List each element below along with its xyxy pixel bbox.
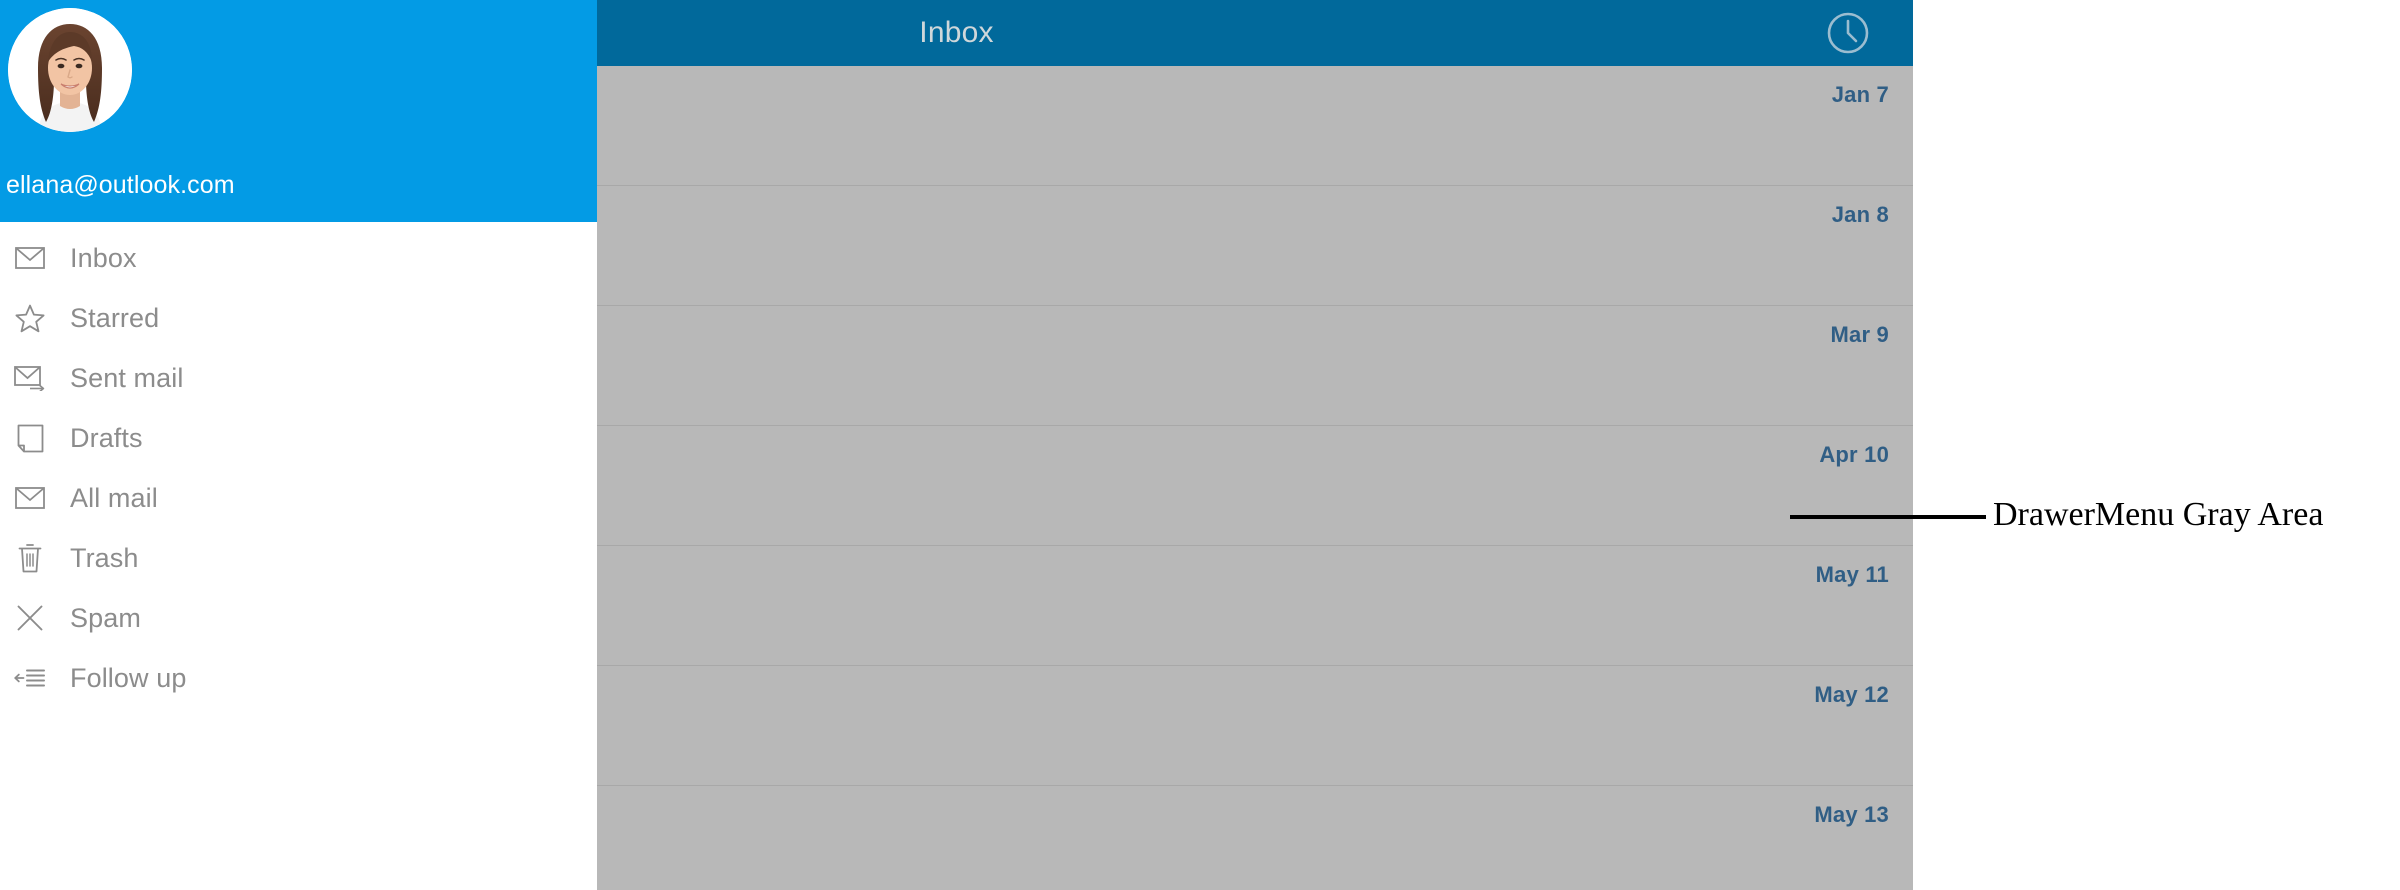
sidebar-item-label: Inbox [70,242,137,273]
trash-can-icon [8,536,52,580]
sidebar-item-follow-up[interactable]: Follow up [0,648,597,708]
clock-icon[interactable] [1825,10,1871,56]
sidebar-item-spam[interactable]: Spam [0,588,597,648]
app-window: Jan 7 Jan 8 improve process Mar 9 Apr 10… [0,0,1913,890]
envelope-icon [8,476,52,520]
envelope-icon [8,236,52,280]
sidebar-item-all-mail[interactable]: All mail [0,468,597,528]
sidebar-item-starred[interactable]: Starred [0,288,597,348]
drawer-menu[interactable]: ellana@outlook.com Inbox Starred Sent ma… [0,0,597,890]
sidebar-item-label: Trash [70,542,139,573]
drawer-nav-list: Inbox Starred Sent mail Drafts All mail … [0,222,597,708]
star-outline-icon [8,296,52,340]
sidebar-item-inbox[interactable]: Inbox [0,228,597,288]
avatar[interactable] [8,8,132,132]
sidebar-item-label: Spam [70,602,141,633]
drawer-header: ellana@outlook.com [0,0,597,222]
annotation-label: DrawerMenu Gray Area [1993,496,2324,533]
sidebar-item-label: All mail [70,482,158,513]
sidebar-item-label: Sent mail [70,362,184,393]
sidebar-item-trash[interactable]: Trash [0,528,597,588]
arrow-left-lines-icon [8,656,52,700]
sidebar-item-label: Starred [70,302,160,333]
sidebar-item-label: Drafts [70,422,143,453]
sidebar-item-label: Follow up [70,662,187,693]
x-cross-icon [8,596,52,640]
draft-page-icon [8,416,52,460]
envelope-sent-arrow-icon [8,356,52,400]
sidebar-item-drafts[interactable]: Drafts [0,408,597,468]
sidebar-item-sent-mail[interactable]: Sent mail [0,348,597,408]
account-email: ellana@outlook.com [6,171,235,199]
